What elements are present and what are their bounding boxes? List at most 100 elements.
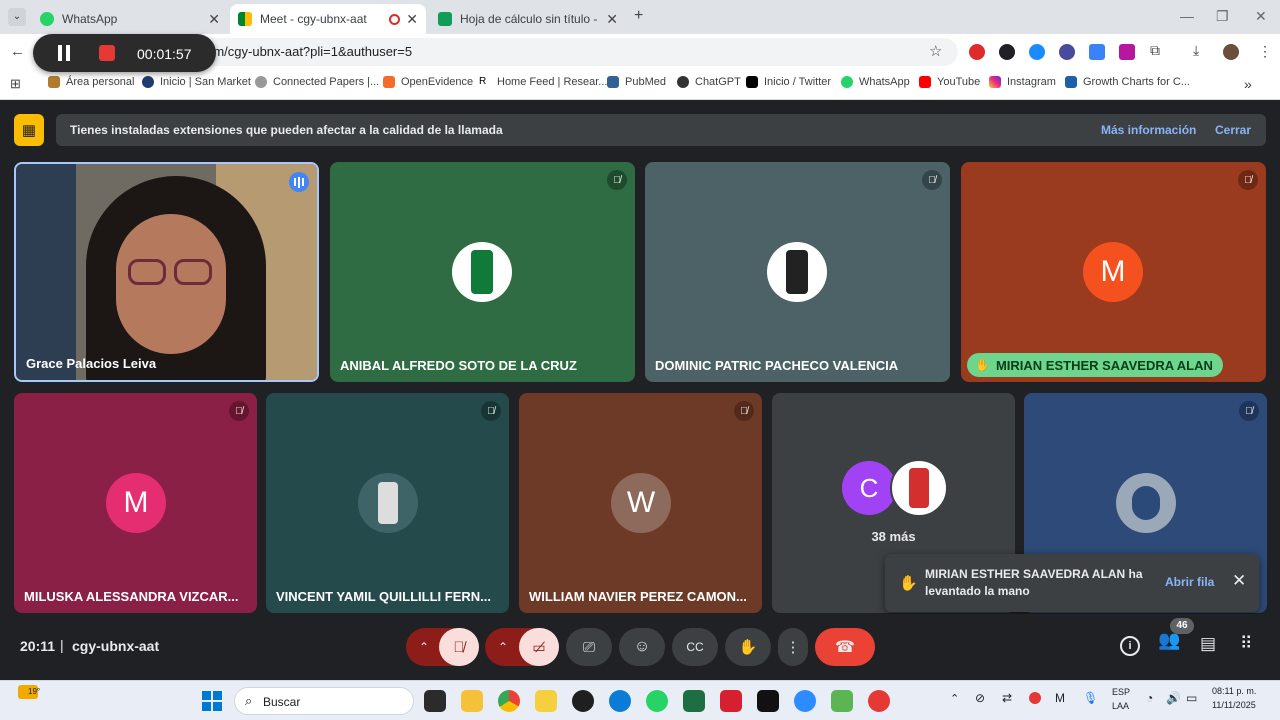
bookmark-item[interactable]: YouTube: [919, 76, 980, 88]
bookmark-item[interactable]: ChatGPT: [677, 76, 741, 88]
bookmark-item[interactable]: Área personal: [48, 76, 135, 88]
bookmark-label: Growth Charts for C...: [1083, 76, 1190, 88]
more-options-button[interactable]: ⋮: [778, 628, 808, 666]
download-icon[interactable]: ⤓: [1193, 42, 1209, 58]
close-banner-button[interactable]: Cerrar: [1215, 123, 1251, 137]
whatsapp-icon[interactable]: [646, 690, 668, 712]
bookmark-item[interactable]: PubMed: [607, 76, 666, 88]
reactions-button[interactable]: ☺: [619, 628, 665, 666]
present-screen-icon: ⎚: [582, 638, 595, 656]
present-screen-button[interactable]: ⎚: [566, 628, 612, 666]
extension-icon[interactable]: [1089, 44, 1105, 60]
tray-chevron-icon[interactable]: ⌃: [950, 692, 959, 705]
stop-recording-icon[interactable]: [99, 45, 115, 61]
profile-avatar[interactable]: [1223, 44, 1239, 60]
participant-tile[interactable]: 🎙̸ M MILUSKA ALESSANDRA VIZCAR...: [14, 393, 257, 613]
glasses-right: [174, 259, 212, 285]
leave-call-button[interactable]: ☎: [815, 628, 875, 666]
wifi-icon[interactable]: ◔: [1146, 691, 1153, 705]
edge-icon[interactable]: [609, 690, 631, 712]
language-indicator[interactable]: ESP: [1112, 687, 1130, 697]
participant-tile[interactable]: 🎙̸ VINCENT YAMIL QUILLILLI FERN...: [266, 393, 509, 613]
bookmark-item[interactable]: Connected Papers |...: [255, 76, 379, 88]
microphone-tray-icon[interactable]: 🎙: [1083, 691, 1098, 705]
close-icon[interactable]: ✕: [606, 11, 618, 28]
tiktok-icon[interactable]: [757, 690, 779, 712]
excel-icon[interactable]: [683, 690, 705, 712]
windows-start-icon[interactable]: [202, 691, 222, 711]
bookmark-item[interactable]: Inicio / Twitter: [746, 76, 831, 88]
bookmark-item[interactable]: Inicio | San Market: [142, 76, 251, 88]
mic-off-button[interactable]: 🎙̸: [439, 628, 479, 666]
bookmark-item[interactable]: OpenEvidence: [383, 76, 473, 88]
chevron-up-icon[interactable]: ⌃: [406, 640, 442, 654]
captions-button[interactable]: CC: [672, 628, 718, 666]
maximize-icon[interactable]: ❐: [1216, 8, 1229, 25]
meeting-info-icon[interactable]: i: [1120, 636, 1140, 656]
opera-extension-icon[interactable]: [969, 44, 985, 60]
open-queue-button[interactable]: Abrir fila: [1165, 575, 1214, 589]
taskbar-search-box[interactable]: ⌕ Buscar: [234, 687, 414, 715]
close-window-icon[interactable]: ✕: [1255, 8, 1267, 25]
chrome-icon[interactable]: [498, 690, 520, 712]
extension-icon[interactable]: [1119, 44, 1135, 60]
chevron-up-icon[interactable]: ⌃: [485, 640, 521, 654]
more-participants-label: 38 más: [871, 529, 916, 544]
app-icon[interactable]: [868, 690, 890, 712]
menu-kebab-icon[interactable]: ⋮: [1258, 43, 1272, 60]
search-placeholder: Buscar: [263, 695, 301, 709]
tab-search-button[interactable]: ⌄: [8, 8, 26, 26]
apps-grid-icon[interactable]: ⊞: [10, 76, 21, 92]
camera-off-button[interactable]: ▭̸: [519, 628, 559, 666]
more-info-link[interactable]: Más información: [1101, 123, 1196, 137]
bookmark-item[interactable]: Instagram: [989, 76, 1056, 88]
pause-icon[interactable]: [58, 45, 62, 61]
participant-tile[interactable]: 🎙̸ DOMINIC PATRIC PACHECO VALENCIA: [645, 162, 950, 382]
app-icon[interactable]: [720, 690, 742, 712]
raise-hand-button[interactable]: ✋: [725, 628, 771, 666]
weather-temp: 19°: [28, 687, 41, 696]
bookmark-item[interactable]: WhatsApp: [841, 76, 910, 88]
more-vert-icon: ⋮: [785, 639, 801, 656]
back-arrow-icon[interactable]: ←: [10, 43, 25, 60]
tab-whatsapp[interactable]: WhatsApp ✕: [32, 4, 228, 34]
chat-button[interactable]: ▤: [1200, 634, 1216, 654]
bookmark-star-icon[interactable]: ☆: [929, 38, 942, 66]
activities-button[interactable]: ⠿: [1240, 634, 1252, 654]
tray-icon[interactable]: [1029, 692, 1041, 704]
zoom-icon[interactable]: [794, 690, 816, 712]
bookmark-item[interactable]: R Home Feed | Resear...: [479, 76, 607, 88]
volume-icon[interactable]: 🔊: [1166, 691, 1181, 705]
tray-icon[interactable]: ⇄: [1002, 691, 1012, 705]
participant-tile[interactable]: 🎙̸ W WILLIAM NAVIER PEREZ CAMON...: [519, 393, 762, 613]
clock-time[interactable]: 08:11 p. m.: [1212, 686, 1256, 696]
file-explorer-icon[interactable]: [461, 690, 483, 712]
extension-icon[interactable]: [1029, 44, 1045, 60]
cdc-icon: [1065, 76, 1077, 88]
media-player-icon[interactable]: [572, 690, 594, 712]
close-icon[interactable]: ✕: [208, 11, 220, 28]
close-icon[interactable]: ✕: [1232, 571, 1246, 591]
tray-icon[interactable]: M: [1055, 691, 1065, 705]
extension-icon[interactable]: [999, 44, 1015, 60]
bookmark-item[interactable]: Growth Charts for C...: [1065, 76, 1190, 88]
sheets-icon: [438, 12, 452, 26]
app-icon[interactable]: [831, 690, 853, 712]
extension-icon[interactable]: [1059, 44, 1075, 60]
puzzle-extensions-icon[interactable]: ⧉: [1150, 42, 1166, 58]
minimize-icon[interactable]: —: [1180, 8, 1194, 24]
participant-tile[interactable]: 🎙̸ ANIBAL ALFREDO SOTO DE LA CRUZ: [330, 162, 635, 382]
new-tab-button[interactable]: +: [634, 7, 643, 25]
participant-tile-video[interactable]: Grace Palacios Leiva: [14, 162, 319, 382]
meeting-code: cgy-ubnx-aat: [72, 638, 160, 654]
bookmarks-overflow-button[interactable]: »: [1244, 76, 1252, 92]
app-icon[interactable]: [535, 690, 557, 712]
tray-icon[interactable]: ⊘: [975, 691, 985, 705]
close-icon[interactable]: ✕: [406, 11, 418, 28]
tab-label: Meet - cgy-ubnx-aat: [260, 12, 367, 26]
task-view-icon[interactable]: [424, 690, 446, 712]
tab-meet[interactable]: Meet - cgy-ubnx-aat ✕: [230, 4, 426, 34]
tab-sheets[interactable]: Hoja de cálculo sin título - Hoja ✕: [430, 4, 626, 34]
participant-tile[interactable]: 🎙̸ M ✋ MIRIAN ESTHER SAAVEDRA ALAN: [961, 162, 1266, 382]
battery-icon[interactable]: ▭: [1186, 691, 1197, 705]
